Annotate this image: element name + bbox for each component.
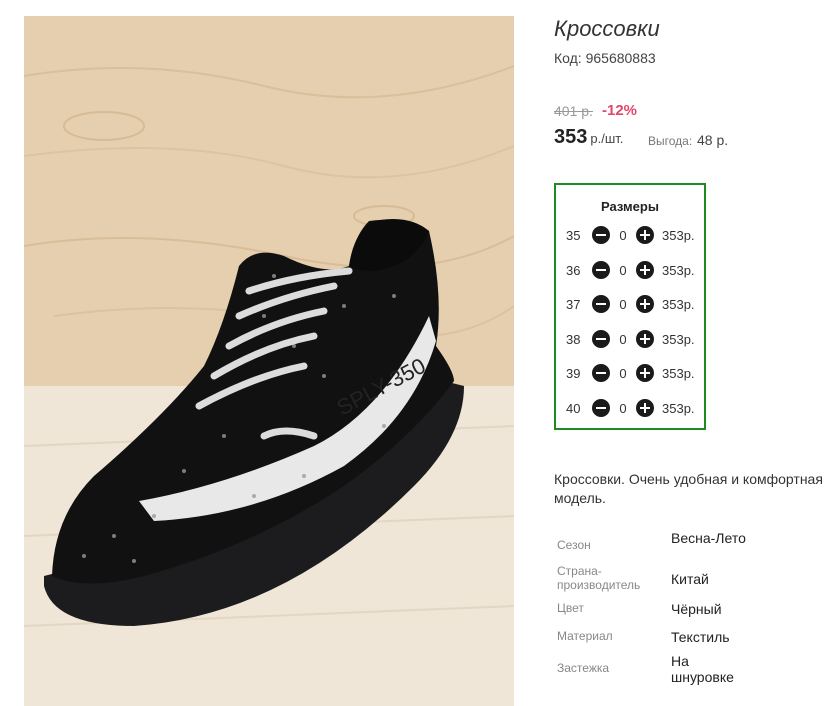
price-row: 353 р./шт. <box>554 126 623 149</box>
increase-quantity-icon[interactable] <box>636 226 654 244</box>
decrease-quantity-icon[interactable] <box>592 295 610 313</box>
size-row: 39 0 353р. <box>566 363 702 385</box>
property-value: Текстиль <box>671 629 730 645</box>
size-row: 35 0 353р. <box>566 225 702 247</box>
quantity-value: 0 <box>619 331 627 347</box>
property-label: Цвет <box>557 601 584 615</box>
size-number: 37 <box>566 297 581 312</box>
property-label: Застежка <box>557 661 610 675</box>
decrease-quantity-icon[interactable] <box>592 226 610 244</box>
saving-label: Выгода: <box>648 134 693 148</box>
size-number: 40 <box>566 400 581 416</box>
product-description: Кроссовки. Очень удобная и комфортная мо… <box>554 471 823 506</box>
quantity-value: 0 <box>619 262 627 278</box>
price-unit: р./шт. <box>590 131 624 146</box>
size-price: 353р. <box>662 331 695 347</box>
quantity-value: 0 <box>619 366 627 381</box>
decrease-quantity-icon[interactable] <box>592 329 610 348</box>
sizes-title: Размеры <box>601 199 659 214</box>
current-price: 353 <box>554 126 588 148</box>
size-price: 353р. <box>662 366 695 381</box>
increase-quantity-icon[interactable] <box>636 398 654 417</box>
property-value: Китай <box>671 571 709 587</box>
increase-quantity-icon[interactable] <box>636 260 654 279</box>
product-title: Кроссовки <box>554 16 660 41</box>
size-row: 36 0 353р. <box>566 260 702 282</box>
decrease-quantity-icon[interactable] <box>592 260 610 279</box>
size-number: 35 <box>566 228 581 243</box>
quantity-value: 0 <box>619 297 627 312</box>
increase-quantity-icon[interactable] <box>636 329 654 348</box>
size-price: 353р. <box>662 297 695 312</box>
quantity-value: 0 <box>619 228 627 243</box>
size-number: 39 <box>566 366 581 381</box>
discount-badge: -12% <box>602 102 638 119</box>
quantity-value: 0 <box>619 400 627 416</box>
increase-quantity-icon[interactable] <box>636 295 654 313</box>
product-code: Код: 965680883 <box>554 50 656 66</box>
property-label: Страна-производитель <box>557 564 641 592</box>
decrease-quantity-icon[interactable] <box>592 398 610 417</box>
size-row: 37 0 353р. <box>566 294 702 316</box>
property-label: Материал <box>557 629 613 643</box>
property-value: На шнуровке <box>671 653 734 685</box>
size-price: 353р. <box>662 228 695 243</box>
size-number: 38 <box>566 331 581 347</box>
size-number: 36 <box>566 262 581 278</box>
increase-quantity-icon[interactable] <box>636 364 654 382</box>
old-price: 401 р. <box>554 103 593 119</box>
property-label: Сезон <box>557 538 591 552</box>
decrease-quantity-icon[interactable] <box>592 364 610 382</box>
sneaker-photo-icon: SPLY-350 <box>24 16 514 706</box>
sizes-panel: Размеры 35 0 353р. 36 0 353р. 37 0 353р.… <box>554 183 706 430</box>
size-row: 38 0 353р. <box>566 329 702 351</box>
size-price: 353р. <box>662 262 695 278</box>
product-photo[interactable]: SPLY-350 <box>24 16 514 706</box>
property-value: Чёрный <box>671 601 722 617</box>
size-row: 40 0 353р. <box>566 398 702 420</box>
property-value: Весна-Лето <box>671 530 746 546</box>
saving-value: 48 р. <box>697 132 729 148</box>
size-price: 353р. <box>662 400 695 416</box>
